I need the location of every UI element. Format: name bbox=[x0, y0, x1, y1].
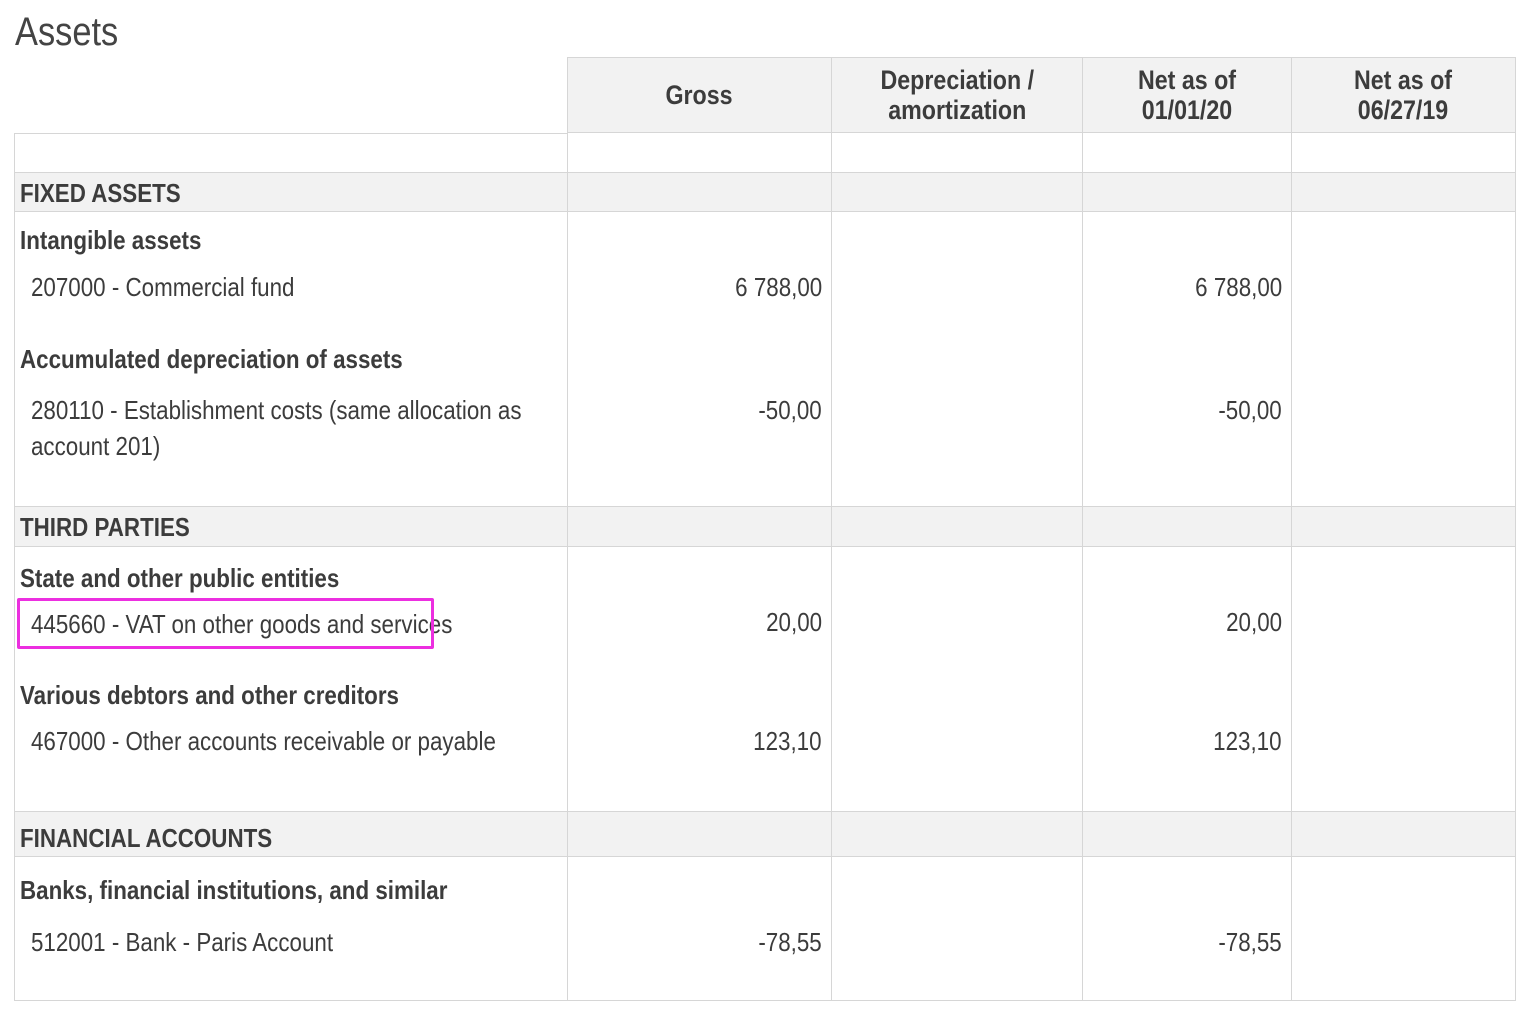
column-divider-2 bbox=[831, 133, 832, 1001]
page-title: Assets bbox=[15, 10, 119, 54]
amount-gross-207000: 6 788,00 bbox=[734, 272, 822, 302]
highlight-box-445660 bbox=[17, 598, 434, 649]
section-label-third-parties: THIRD PARTIES bbox=[20, 512, 190, 542]
section-label-financial-accounts: FINANCIAL ACCOUNTS bbox=[20, 823, 273, 853]
amount-net-current-467000: 123,10 bbox=[1213, 726, 1282, 756]
account-label-280110-line2: account 201) bbox=[31, 431, 161, 461]
column-divider-4 bbox=[1291, 133, 1292, 1001]
section-label-fixed-assets: FIXED ASSETS bbox=[20, 178, 181, 208]
group-label-intangible-assets: Intangible assets bbox=[20, 225, 202, 255]
amount-net-current-445660: 20,00 bbox=[1226, 607, 1282, 637]
amount-gross-512001: -78,55 bbox=[758, 927, 822, 957]
account-row-280110[interactable]: 280110 - Establishment costs (same alloc… bbox=[31, 392, 601, 464]
amount-gross-445660: 20,00 bbox=[766, 607, 822, 637]
group-label-various-debtors: Various debtors and other creditors bbox=[20, 680, 399, 710]
amount-gross-467000: 123,10 bbox=[753, 726, 822, 756]
account-label-280110-line1: 280110 - Establishment costs (same alloc… bbox=[31, 395, 522, 425]
account-label-467000: 467000 - Other accounts receivable or pa… bbox=[31, 726, 496, 756]
account-row-207000[interactable]: 207000 - Commercial fund bbox=[31, 269, 337, 305]
amount-net-current-280110: -50,00 bbox=[1218, 395, 1282, 425]
column-header-net-current-label: Net as of 01/01/20 bbox=[1137, 65, 1237, 125]
amount-net-current-207000: 6 788,00 bbox=[1194, 272, 1282, 302]
group-label-banks: Banks, financial institutions, and simil… bbox=[20, 875, 448, 905]
account-row-512001[interactable]: 512001 - Bank - Paris Account bbox=[31, 924, 382, 960]
section-band-third-parties bbox=[15, 506, 1515, 547]
group-label-state-public-entities: State and other public entities bbox=[20, 563, 340, 593]
column-header-net-current: Net as of 01/01/20 bbox=[1082, 57, 1292, 133]
account-label-207000: 207000 - Commercial fund bbox=[31, 272, 295, 302]
amount-gross-280110: -50,00 bbox=[758, 395, 822, 425]
account-label-512001: 512001 - Bank - Paris Account bbox=[31, 927, 334, 957]
column-header-net-previous: Net as of 06/27/19 bbox=[1291, 57, 1516, 133]
column-divider-3 bbox=[1082, 133, 1083, 1001]
account-row-467000[interactable]: 467000 - Other accounts receivable or pa… bbox=[31, 723, 572, 759]
column-header-depreciation: Depreciation / amortization bbox=[831, 57, 1083, 133]
table-top-border bbox=[14, 133, 567, 134]
column-header-depreciation-label: Depreciation / amortization bbox=[880, 65, 1034, 125]
amount-net-current-512001: -78,55 bbox=[1218, 927, 1282, 957]
column-divider-1 bbox=[567, 133, 568, 1001]
group-label-accumulated-depreciation: Accumulated depreciation of assets bbox=[20, 344, 403, 374]
column-header-net-previous-label: Net as of 06/27/19 bbox=[1354, 65, 1453, 125]
section-band-fixed-assets bbox=[15, 172, 1515, 212]
column-header-gross-label: Gross bbox=[665, 80, 734, 110]
column-header-gross: Gross bbox=[567, 57, 832, 133]
